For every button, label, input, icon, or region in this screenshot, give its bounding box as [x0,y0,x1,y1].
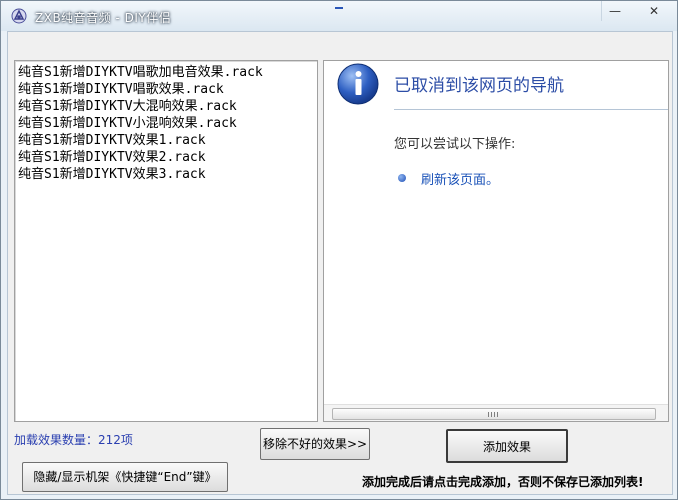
suggestion-text: 您可以尝试以下操作: [394,137,516,152]
list-item[interactable]: 纯音S1新增DIYKTV效果2.rack [15,149,317,166]
toggle-rack-button[interactable]: 隐藏/显示机架《快捷键“End”键》 [22,462,228,492]
window-title: ZXB纯音音频 - DIY伴侣 [35,11,172,25]
add-effect-button[interactable]: 添加效果 [446,429,568,463]
minimize-button[interactable]: — [601,1,628,21]
info-icon [337,63,379,105]
navigation-cancelled-heading: 已取消到该网页的导航 [394,76,564,96]
list-item[interactable]: 纯音S1新增DIYKTV效果1.rack [15,132,317,149]
client-area: 纯音S1新增DIYKTV唱歌加电音效果.rack 纯音S1新增DIYKTV唱歌效果… [7,31,673,495]
list-item[interactable]: 纯音S1新增DIYKTV小混响效果.rack [15,115,317,132]
horizontal-scrollbar[interactable] [324,404,668,421]
list-item[interactable]: 纯音S1新增DIYKTV唱歌效果.rack [15,81,317,98]
scrollbar-thumb[interactable] [332,408,656,420]
refresh-page-link[interactable]: 刷新该页面。 [421,169,499,188]
list-item[interactable]: 纯音S1新增DIYKTV大混响效果.rack [15,98,317,115]
app-logo-icon [11,8,27,24]
scrollbar-grip-icon [488,412,500,417]
title-bar[interactable]: ZXB纯音音频 - DIY伴侣 — ✕ [1,1,677,31]
bullet-icon [398,174,406,182]
effects-list[interactable]: 纯音S1新增DIYKTV唱歌加电音效果.rack 纯音S1新增DIYKTV唱歌效果… [14,60,318,422]
list-item[interactable]: 纯音S1新增DIYKTV效果3.rack [15,166,317,183]
effects-count-label: 加载效果数量：212项 [14,433,133,447]
title-marker [335,7,343,9]
effects-list-items: 纯音S1新增DIYKTV唱歌加电音效果.rack 纯音S1新增DIYKTV唱歌效果… [15,61,317,183]
save-notice: 添加完成后请点击完成添加，否则不保存已添加列表! [362,475,644,489]
remove-bad-effects-button[interactable]: 移除不好的效果>> [260,428,370,460]
browser-panel: 已取消到该网页的导航 您可以尝试以下操作: 刷新该页面。 [323,60,669,422]
app-window: ZXB纯音音频 - DIY伴侣 — ✕ 纯音S1新增DIYKTV唱歌加电音效果.… [0,0,678,500]
heading-divider [394,109,668,110]
list-item[interactable]: 纯音S1新增DIYKTV唱歌加电音效果.rack [15,64,317,81]
close-button[interactable]: ✕ [641,1,667,21]
